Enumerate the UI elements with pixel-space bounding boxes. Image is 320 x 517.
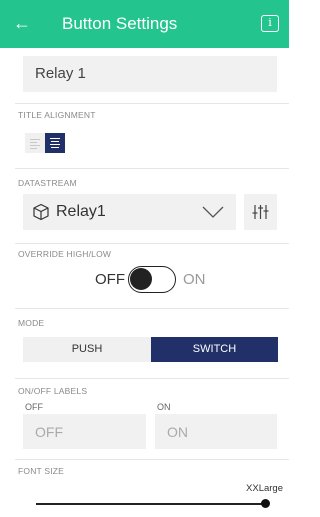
font-size-value: XXLarge xyxy=(246,483,283,494)
override-label: OVERRIDE HIGH/LOW xyxy=(18,249,112,259)
on-label-value: ON xyxy=(167,424,188,440)
mode-label: MODE xyxy=(18,318,45,328)
info-icon[interactable]: i xyxy=(261,15,279,32)
divider xyxy=(15,459,289,460)
align-center-button[interactable] xyxy=(45,133,65,153)
on-label-input[interactable]: ON xyxy=(155,414,277,449)
off-caption: OFF xyxy=(25,402,43,412)
divider xyxy=(15,243,289,244)
on-caption: ON xyxy=(157,402,171,412)
divider xyxy=(15,103,289,104)
widget-name-value: Relay 1 xyxy=(35,65,86,82)
slider-thumb[interactable] xyxy=(261,499,270,508)
divider xyxy=(15,308,289,309)
title-alignment-label: TITLE ALIGNMENT xyxy=(18,110,96,120)
datastream-settings-button[interactable] xyxy=(244,194,277,230)
page-title: Button Settings xyxy=(62,14,178,33)
app-header: ← Button Settings i xyxy=(0,0,289,48)
mode-push-button[interactable]: PUSH xyxy=(23,337,151,362)
override-toggle[interactable] xyxy=(128,266,176,293)
off-label-input[interactable]: OFF xyxy=(23,414,146,449)
mode-switch-button[interactable]: SWITCH xyxy=(151,337,278,362)
override-on-label: ON xyxy=(183,271,206,288)
toggle-knob xyxy=(130,268,152,290)
off-label-value: OFF xyxy=(35,424,63,440)
override-off-label: OFF xyxy=(95,271,125,288)
font-size-slider[interactable] xyxy=(36,503,265,505)
datastream-value: Relay1 xyxy=(56,203,106,220)
chevron-down-icon xyxy=(202,206,224,218)
on-off-labels-label: ON/OFF LABELS xyxy=(18,386,88,396)
divider xyxy=(15,168,289,169)
widget-name-input[interactable]: Relay 1 xyxy=(23,56,277,92)
align-left-button[interactable] xyxy=(25,133,45,153)
cube-icon xyxy=(33,203,49,221)
font-size-label: FONT SIZE xyxy=(18,466,65,476)
arrow-left-icon[interactable]: ← xyxy=(10,11,34,35)
divider xyxy=(15,378,289,379)
sliders-icon xyxy=(252,205,269,219)
datastream-label: DATASTREAM xyxy=(18,178,77,188)
datastream-dropdown[interactable]: Relay1 xyxy=(23,194,236,230)
